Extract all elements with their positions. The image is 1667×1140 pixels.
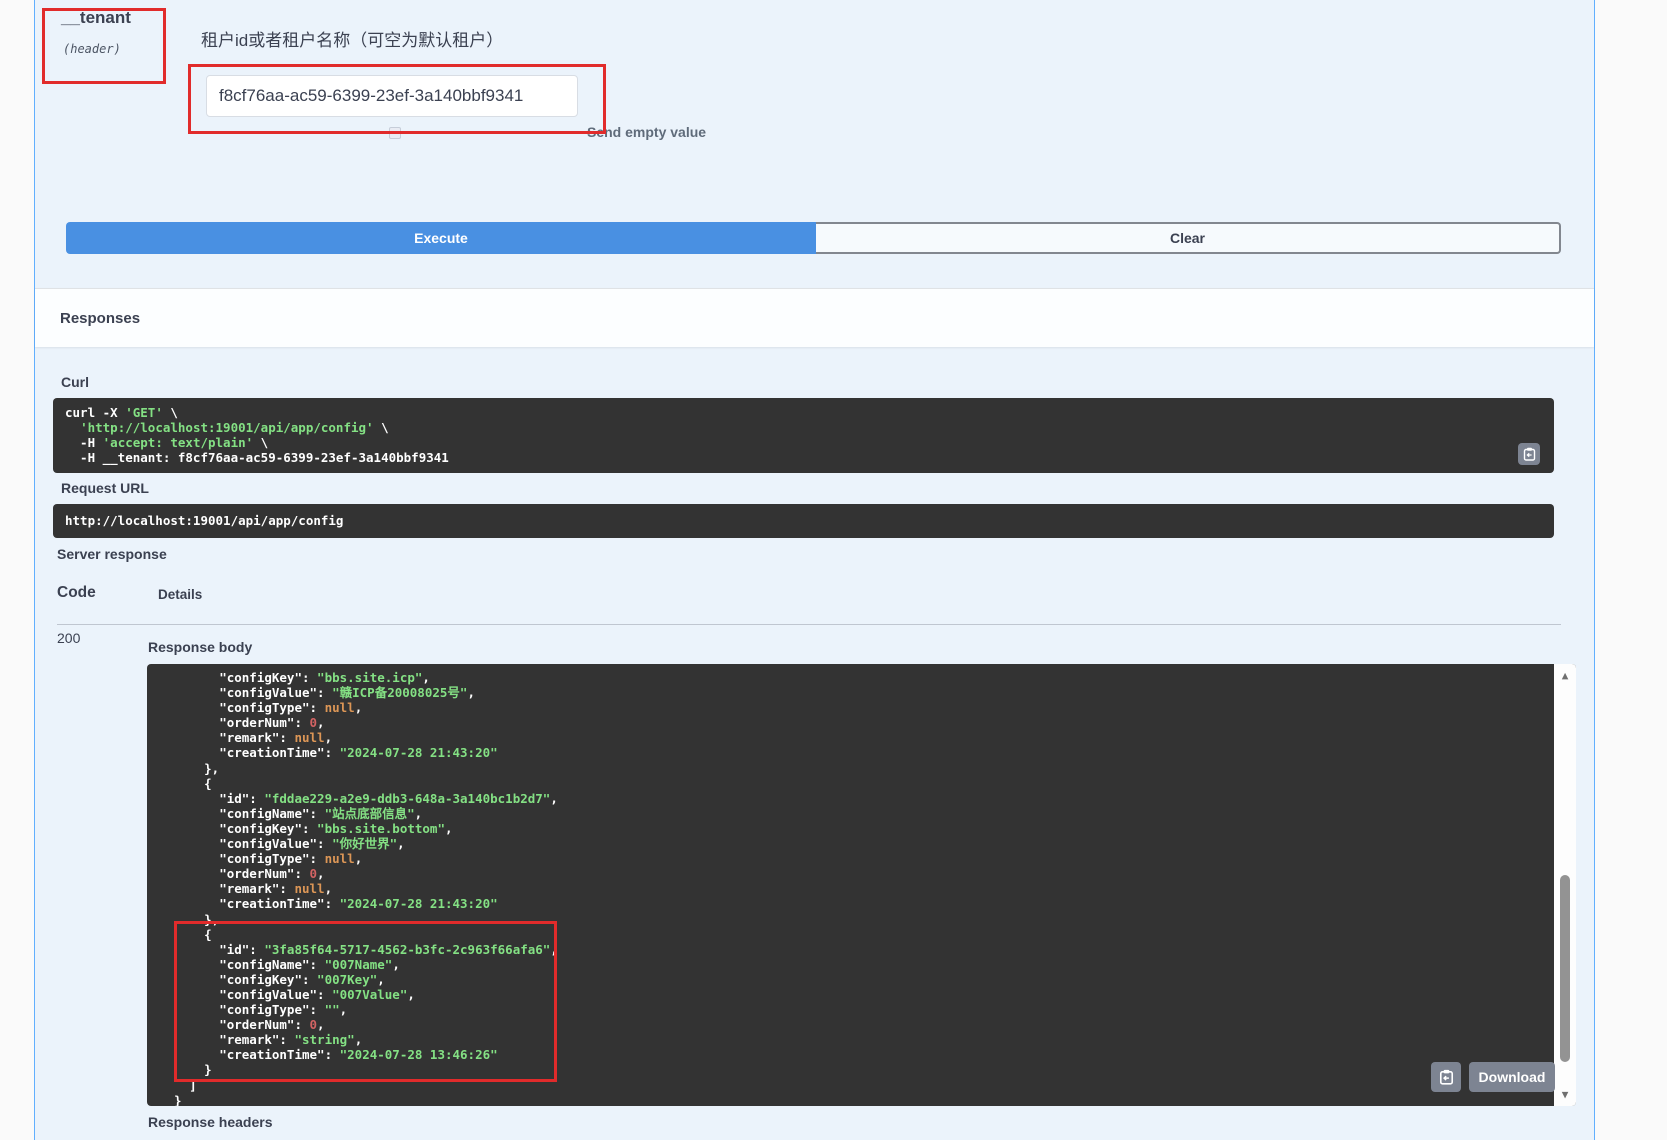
details-column-header: Details — [158, 587, 202, 602]
request-url-block: http://localhost:19001/api/app/config — [53, 504, 1554, 538]
scroll-up-icon[interactable]: ▲ — [1554, 669, 1576, 683]
parameter-location: (header) — [63, 42, 121, 56]
scrollbar-thumb[interactable] — [1560, 875, 1570, 1062]
response-body-json: "configKey": "bbs.site.icp", "configValu… — [159, 670, 1542, 1106]
execute-button[interactable]: Execute — [66, 222, 816, 254]
send-empty-value-label: Send empty value — [587, 124, 706, 140]
copy-icon — [1523, 447, 1536, 461]
tenant-input[interactable] — [206, 75, 578, 117]
parameter-name: __tenant — [61, 8, 131, 28]
curl-command: curl -X 'GET' \ 'http://localhost:19001/… — [65, 405, 1524, 465]
status-code: 200 — [57, 630, 80, 646]
send-empty-value-checkbox[interactable] — [389, 127, 401, 139]
curl-label: Curl — [61, 374, 89, 390]
curl-copy-button[interactable] — [1518, 443, 1540, 465]
response-body-scrollbar[interactable]: ▲ ▼ — [1554, 664, 1576, 1106]
request-url-value: http://localhost:19001/api/app/config — [65, 513, 1524, 528]
responses-header: Responses — [35, 288, 1594, 347]
download-button[interactable]: Download — [1469, 1062, 1555, 1092]
clear-button[interactable]: Clear — [816, 222, 1561, 254]
curl-command-block: curl -X 'GET' \ 'http://localhost:19001/… — [53, 398, 1554, 473]
response-copy-button[interactable] — [1431, 1062, 1461, 1092]
responses-title: Responses — [60, 310, 140, 327]
table-divider — [57, 624, 1561, 625]
response-headers-label: Response headers — [148, 1114, 273, 1130]
response-body-label: Response body — [148, 639, 252, 655]
copy-icon — [1439, 1069, 1454, 1085]
get-operation-block: __tenant (header) 租户id或者租户名称（可空为默认租户） Se… — [34, 0, 1595, 1140]
server-response-label: Server response — [57, 546, 167, 562]
code-column-header: Code — [57, 584, 96, 602]
request-url-label: Request URL — [61, 480, 149, 496]
swagger-page: __tenant (header) 租户id或者租户名称（可空为默认租户） Se… — [0, 0, 1667, 1140]
parameter-description: 租户id或者租户名称（可空为默认租户） — [201, 26, 503, 51]
response-body-block: "configKey": "bbs.site.icp", "configValu… — [147, 664, 1576, 1106]
scroll-down-icon[interactable]: ▼ — [1554, 1088, 1576, 1102]
